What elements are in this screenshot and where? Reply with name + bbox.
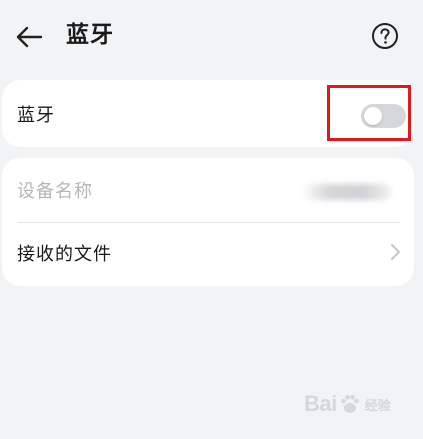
baidu-jingyan-watermark: Bai 经验	[304, 388, 414, 420]
bluetooth-settings-page: 蓝牙 蓝牙 设备名称 接收的文件 Bai 经验	[0, 0, 423, 439]
toggle-knob	[364, 107, 382, 125]
watermark-suffix: 经验	[364, 398, 391, 414]
bluetooth-label: 蓝牙	[17, 104, 55, 126]
bluetooth-card: 蓝牙	[2, 80, 414, 147]
back-button[interactable]	[12, 20, 46, 54]
received-files-label: 接收的文件	[17, 244, 112, 265]
device-name-value-blurred	[302, 184, 392, 200]
device-name-label: 设备名称	[17, 181, 93, 202]
highlight-box	[327, 85, 411, 141]
received-files-row[interactable]: 接收的文件	[2, 223, 414, 283]
info-card: 设备名称 接收的文件	[2, 158, 414, 286]
paw-icon	[340, 394, 359, 413]
help-button[interactable]	[370, 21, 400, 51]
device-name-row: 设备名称	[2, 158, 414, 222]
header: 蓝牙	[0, 0, 423, 72]
chevron-right-icon	[391, 244, 400, 260]
arrow-left-icon	[16, 26, 43, 48]
page-title: 蓝牙	[66, 22, 114, 48]
watermark-brand-left: Bai	[304, 391, 337, 416]
bluetooth-toggle[interactable]	[361, 104, 406, 128]
question-circle-icon	[372, 23, 398, 49]
